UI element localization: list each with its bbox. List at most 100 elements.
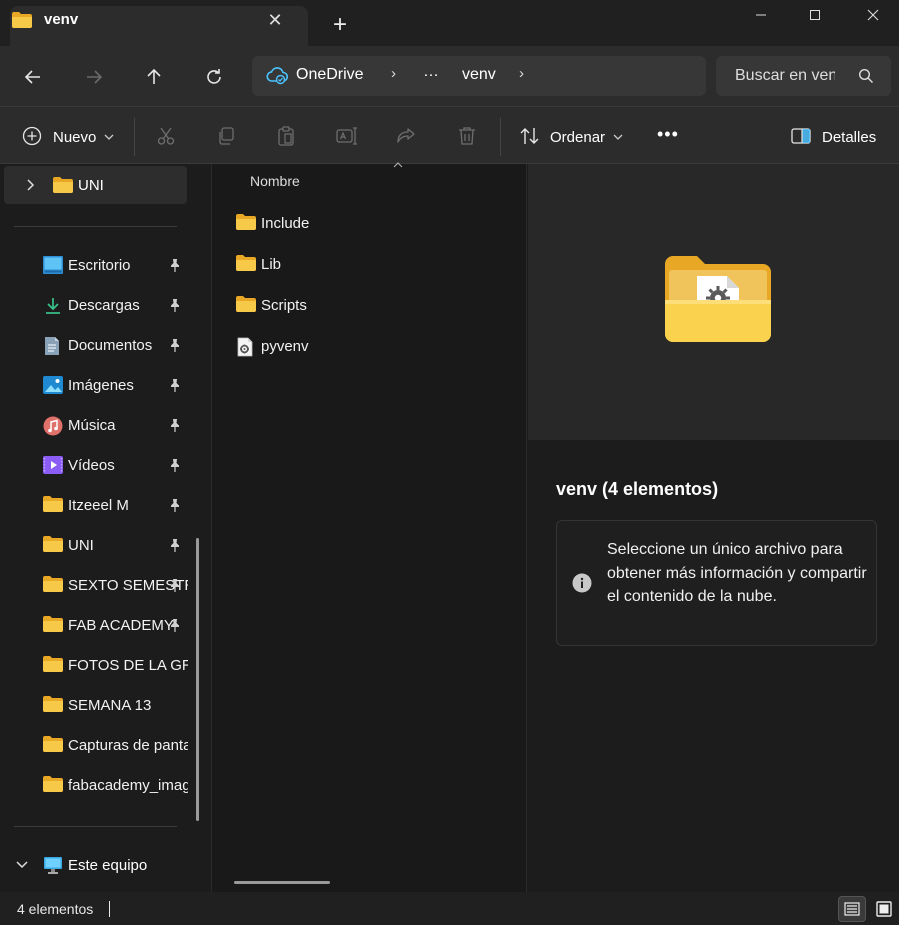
more-options-button[interactable]: ••• — [657, 124, 679, 145]
document-icon — [43, 336, 61, 356]
chevron-down-icon[interactable] — [613, 133, 623, 141]
chevron-right-icon[interactable] — [26, 178, 36, 192]
search-icon[interactable] — [858, 68, 874, 84]
refresh-icon[interactable] — [199, 62, 229, 92]
pictures-icon — [43, 376, 63, 394]
breadcrumb-venv[interactable]: venv — [462, 66, 496, 84]
folder-icon — [43, 616, 63, 632]
up-icon[interactable] — [139, 62, 169, 92]
details-title: venv (4 elementos) — [556, 479, 719, 499]
tab-close-icon[interactable]: ✕ — [264, 10, 286, 32]
file-name: Lib — [261, 256, 282, 273]
details-button[interactable]: Detalles — [822, 129, 876, 146]
pin-icon — [169, 378, 181, 392]
folder-icon — [53, 177, 73, 193]
onedrive-cloud-icon — [266, 65, 288, 85]
sort-button[interactable]: Ordenar — [550, 129, 605, 146]
details-pane-icon[interactable] — [791, 128, 811, 144]
pin-icon — [169, 458, 181, 472]
nav-item-uni[interactable]: UNI — [40, 525, 188, 565]
new-tab-button[interactable]: + — [328, 13, 352, 38]
new-icon[interactable] — [22, 126, 42, 146]
nav-item-musica[interactable]: Música — [40, 405, 188, 445]
config-file-icon — [236, 337, 254, 357]
nav-item-label: UNI — [78, 177, 104, 194]
sort-icon[interactable] — [519, 126, 541, 146]
nav-item-capturas-de-pantalla[interactable]: Capturas de pantalla — [40, 725, 188, 765]
nav-item-videos[interactable]: Vídeos — [40, 445, 188, 485]
tab-title: venv — [44, 11, 79, 28]
folder-icon — [43, 656, 63, 672]
nav-item-imagenes[interactable]: Imágenes — [40, 365, 188, 405]
nav-divider — [14, 226, 177, 227]
folder-icon — [43, 696, 63, 712]
details-view-icon[interactable] — [838, 896, 866, 922]
nav-divider — [14, 826, 177, 827]
chevron-right-icon[interactable]: › — [519, 65, 524, 82]
column-header-name[interactable]: Nombre — [250, 173, 300, 189]
pin-icon — [169, 418, 181, 432]
file-row[interactable]: pyvenv — [228, 326, 518, 366]
item-count: 4 elementos — [17, 901, 94, 917]
nav-item-fotos-de-la-graduacion[interactable]: FOTOS DE LA GRADUACION — [40, 645, 188, 685]
forward-icon[interactable] — [79, 62, 109, 92]
file-name: pyvenv — [261, 338, 309, 355]
folder-icon — [43, 536, 63, 552]
maximize-icon[interactable] — [792, 0, 838, 30]
nav-item-this-pc[interactable]: Este equipo — [68, 857, 147, 874]
paste-icon[interactable] — [276, 126, 296, 146]
nav-item-escritorio[interactable]: Escritorio — [40, 245, 188, 285]
chevron-right-icon[interactable]: › — [391, 65, 396, 82]
nav-item-documentos[interactable]: Documentos — [40, 325, 188, 365]
file-row[interactable]: Lib — [228, 244, 518, 284]
rename-icon[interactable] — [336, 126, 358, 146]
breadcrumb-onedrive[interactable]: OneDrive — [296, 66, 364, 84]
breadcrumb-overflow[interactable]: … — [423, 63, 440, 81]
cut-icon[interactable] — [156, 126, 176, 146]
pin-icon — [169, 498, 181, 512]
nav-item-semana-13[interactable]: SEMANA 13 — [40, 685, 188, 725]
folder-preview-icon — [665, 256, 771, 342]
this-pc-icon — [43, 855, 63, 875]
folder-icon — [43, 496, 63, 512]
toolbar-divider — [500, 118, 501, 156]
chevron-down-icon[interactable] — [104, 133, 114, 141]
back-icon[interactable] — [18, 62, 48, 92]
nav-item-label: Capturas de pantalla — [68, 737, 188, 754]
new-button[interactable]: Nuevo — [53, 129, 96, 146]
minimize-icon[interactable] — [738, 0, 784, 30]
delete-icon[interactable] — [457, 126, 477, 146]
chevron-down-icon[interactable] — [15, 860, 29, 870]
desktop-icon — [43, 256, 63, 274]
nav-scrollbar[interactable] — [196, 538, 199, 821]
folder-icon — [43, 776, 63, 792]
pin-icon — [169, 578, 181, 592]
file-name: Include — [261, 215, 310, 232]
videos-icon — [43, 456, 63, 474]
horizontal-scrollbar[interactable] — [234, 881, 330, 884]
close-icon[interactable] — [850, 0, 896, 30]
status-bar — [0, 892, 899, 925]
nav-item-descargas[interactable]: Descargas — [40, 285, 188, 325]
copy-icon[interactable] — [216, 126, 236, 146]
search-input[interactable]: Buscar en venv — [735, 67, 835, 85]
file-row[interactable]: Include — [228, 203, 518, 243]
info-icon — [572, 573, 592, 593]
download-icon — [43, 296, 63, 316]
file-row[interactable]: Scripts — [228, 285, 518, 325]
file-name: Scripts — [261, 297, 307, 314]
nav-item-itzeeel-m[interactable]: Itzeeel M — [40, 485, 188, 525]
nav-item-label: fabacademy_images — [68, 777, 188, 794]
folder-icon — [12, 12, 32, 28]
large-icons-view-icon[interactable] — [872, 896, 896, 922]
pin-icon — [169, 338, 181, 352]
sort-ascending-icon — [393, 161, 403, 169]
pin-icon — [169, 618, 181, 632]
nav-item-sexto-semestre[interactable]: SEXTO SEMESTRE — [40, 565, 188, 605]
share-icon[interactable] — [396, 126, 416, 146]
folder-icon — [236, 214, 256, 230]
folder-icon — [236, 296, 256, 312]
nav-item-fab-academy[interactable]: FAB ACADEMY — [40, 605, 188, 645]
info-message: Seleccione un único archivo para obtener… — [607, 541, 867, 605]
nav-item-fabacademy-images[interactable]: fabacademy_images — [40, 765, 188, 805]
